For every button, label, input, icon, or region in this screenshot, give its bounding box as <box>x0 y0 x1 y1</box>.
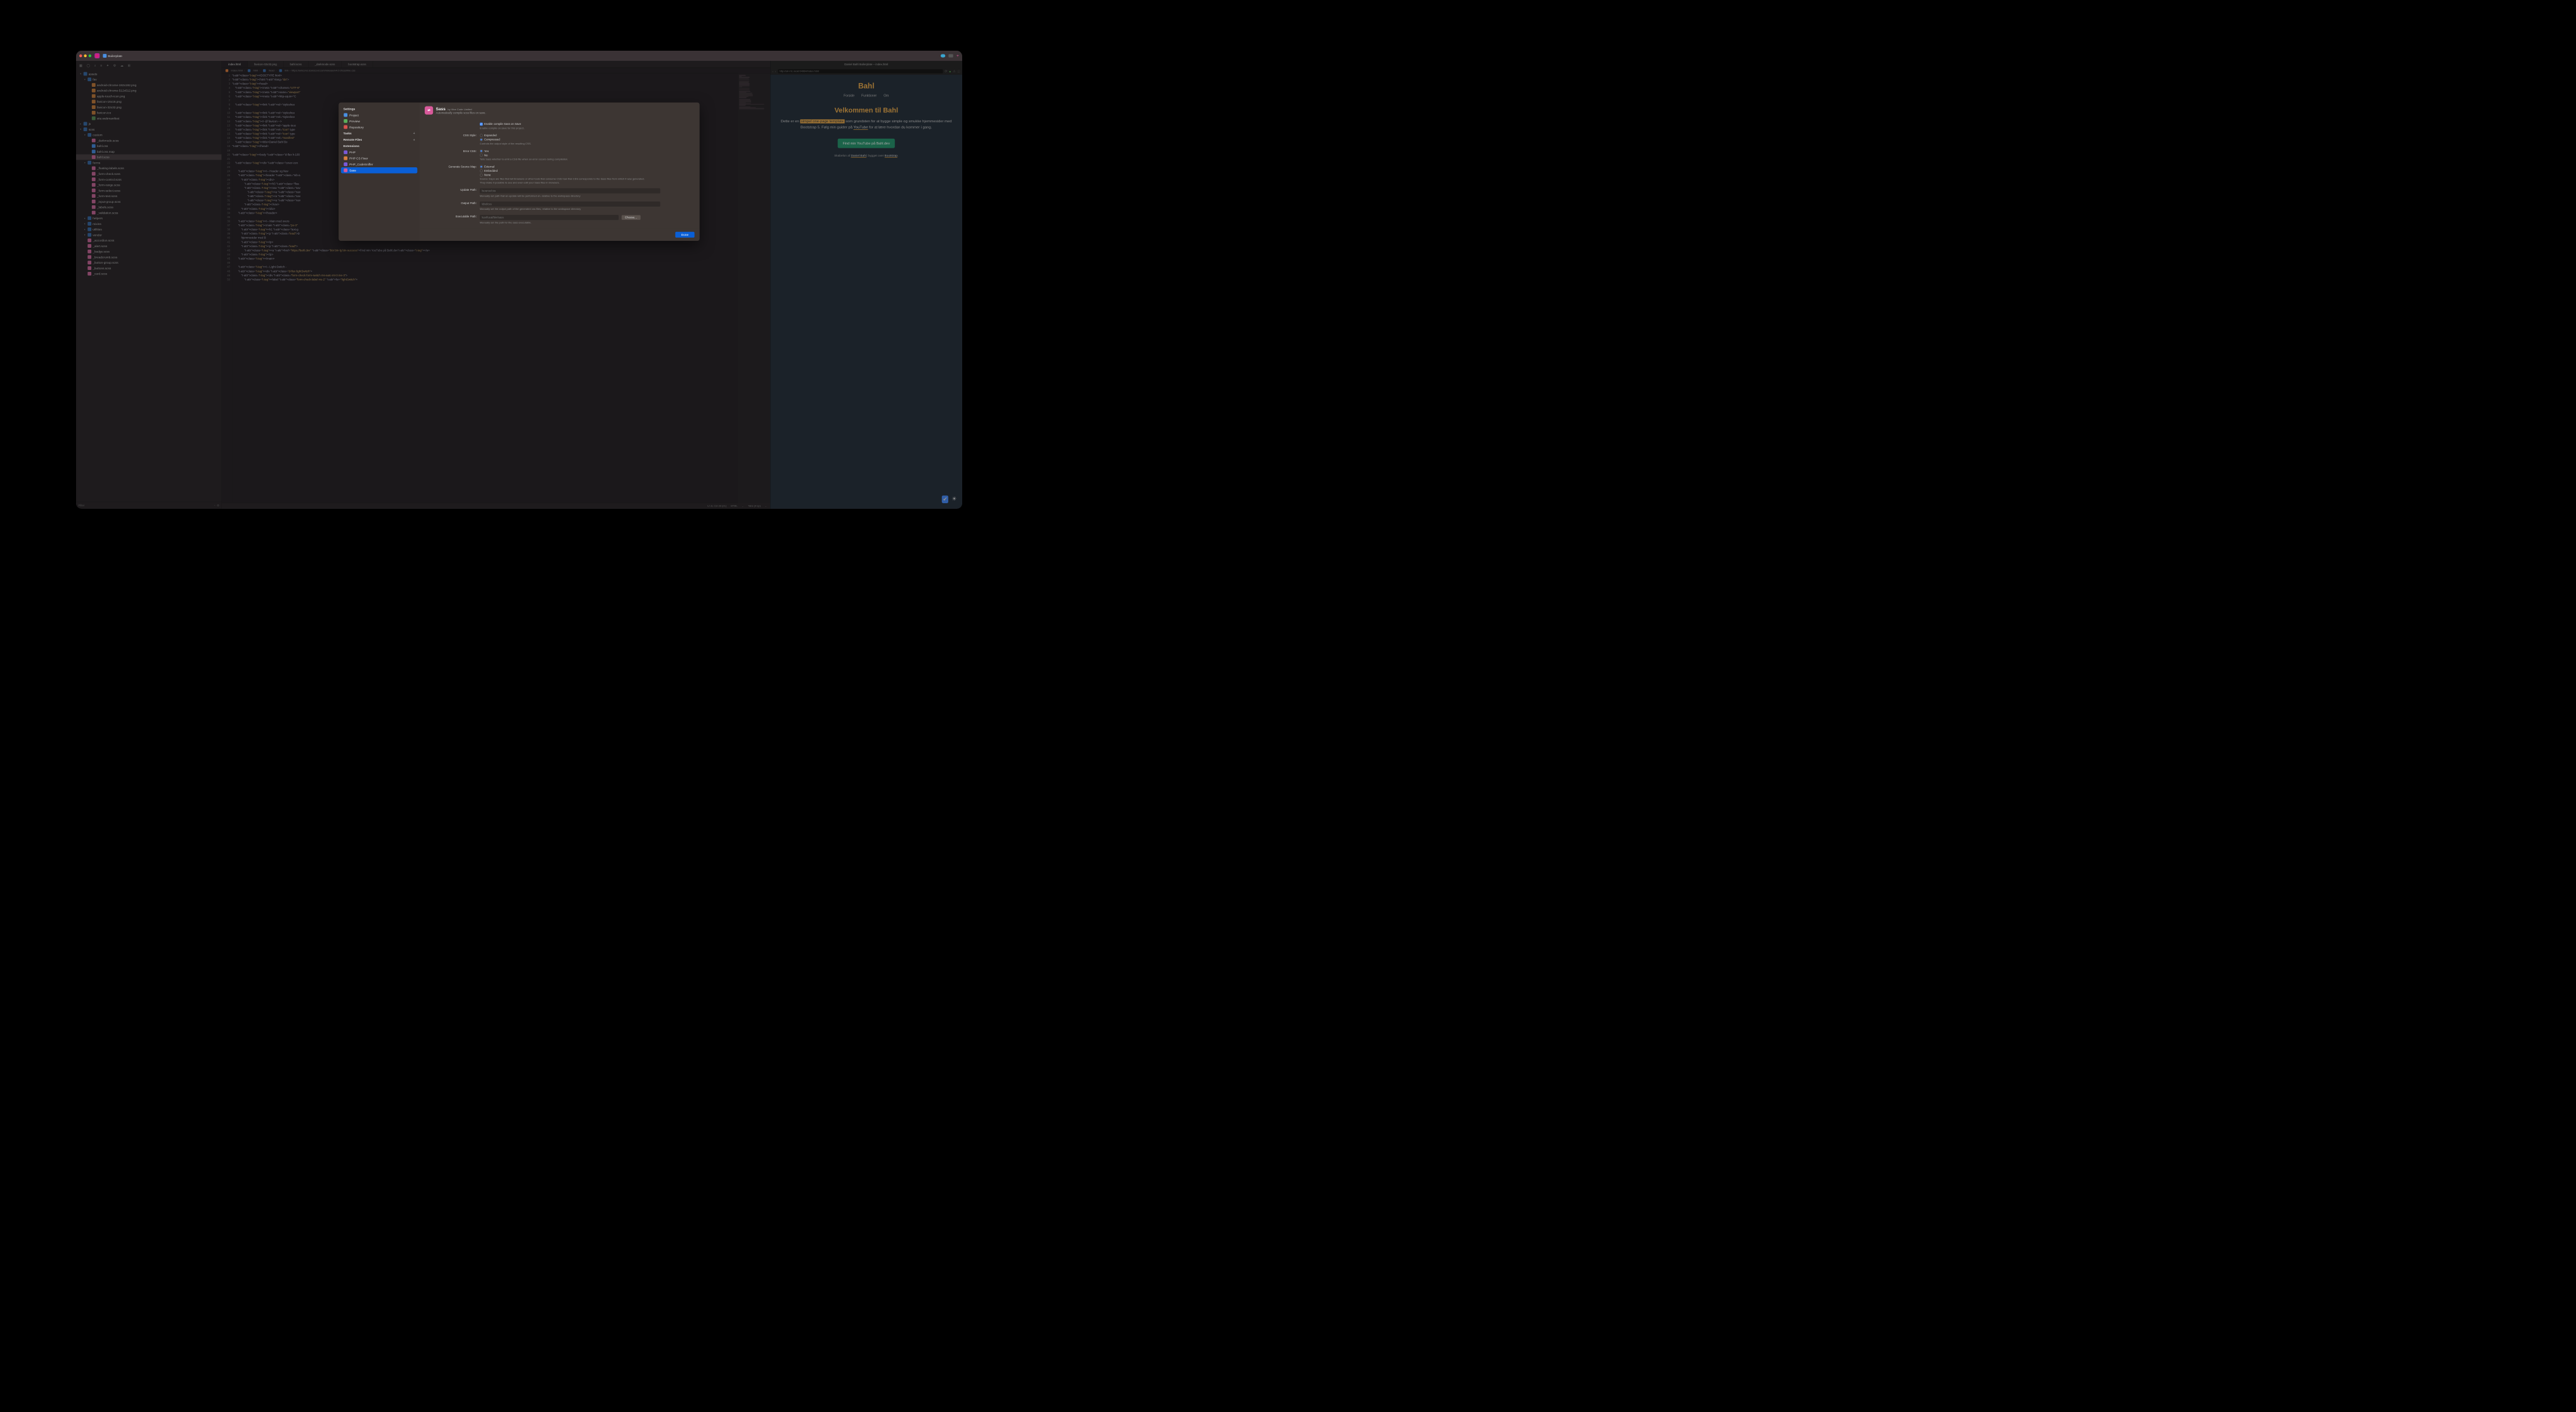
dialog-main: ⇄ Sass by Vine Code Limited Automaticall… <box>420 103 700 241</box>
sass-icon: ⇄ <box>425 106 433 115</box>
titlebar-add[interactable]: + <box>956 53 959 58</box>
dialog-desc: Automatically compile scss files on save… <box>436 111 486 114</box>
settings-overlay: Settings ProjectPreviewRepository Tasks+… <box>76 61 962 509</box>
cat-settings: Settings <box>341 106 417 112</box>
titlebar-btn-2[interactable] <box>949 54 953 57</box>
zoom-window[interactable] <box>89 55 91 57</box>
settings-item-php-cs-fixer[interactable]: PHP CS Fixer <box>341 155 417 161</box>
settings-item-project[interactable]: Project <box>341 112 417 118</box>
settings-item-repository[interactable]: Repository <box>341 124 417 130</box>
srcmap-radio-none[interactable]: None <box>480 174 695 177</box>
folder-icon <box>103 54 106 58</box>
settings-item-php_codesniffer[interactable]: PHP_CodeSniffer <box>341 161 417 167</box>
titlebar-btn-1[interactable] <box>941 54 945 57</box>
srcmap-radio-external[interactable]: External <box>480 165 695 168</box>
cat-extensions: Extensions <box>341 143 417 150</box>
settings-item-sass[interactable]: Sass <box>341 167 417 173</box>
done-button[interactable]: Done <box>675 232 694 238</box>
settings-dialog: Settings ProjectPreviewRepository Tasks+… <box>338 103 699 241</box>
add-task-icon[interactable]: + <box>413 131 415 135</box>
dialog-title: Sass <box>436 106 446 111</box>
choose-button[interactable]: Choose… <box>622 215 641 219</box>
cat-remote: Remote Files+ <box>341 136 417 143</box>
minimize-window[interactable] <box>84 55 86 57</box>
enable-checkbox[interactable]: Enable compile Sass on Save <box>480 122 695 125</box>
dialog-sidebar: Settings ProjectPreviewRepository Tasks+… <box>338 103 420 241</box>
srcmap-radio-embedded[interactable]: Embedded <box>480 169 695 172</box>
settings-item-php[interactable]: PHP <box>341 149 417 155</box>
output-path-input[interactable] <box>480 202 660 207</box>
titlebar: Boilerplate + <box>76 51 962 61</box>
update-path-input[interactable] <box>480 188 660 193</box>
css-style-radio-compressed[interactable]: Compressed <box>480 138 695 141</box>
add-remote-icon[interactable]: + <box>413 138 415 142</box>
app-icon <box>94 53 100 58</box>
settings-item-preview[interactable]: Preview <box>341 118 417 124</box>
project-title: Boilerplate <box>108 54 122 57</box>
dialog-vendor: by Vine Code Limited <box>448 108 472 110</box>
close-window[interactable] <box>79 55 82 57</box>
cat-tasks: Tasks+ <box>341 130 417 136</box>
exec-path-input[interactable] <box>480 215 619 220</box>
error-css-radio-yes[interactable]: Yes <box>480 150 695 153</box>
error-css-radio-no[interactable]: No <box>480 153 695 157</box>
css-style-radio-expanded[interactable]: Expanded <box>480 134 695 137</box>
